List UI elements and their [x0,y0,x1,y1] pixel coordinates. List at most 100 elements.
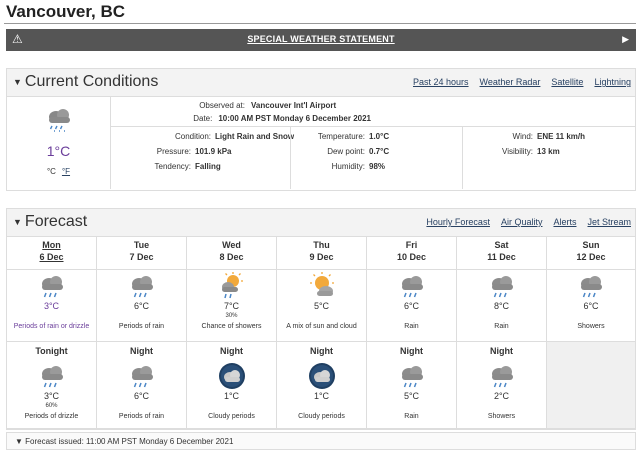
forecast-summary: Cloudy periods [208,413,255,420]
day-header: Sat 11 Dec [457,237,546,270]
dewpoint-value: 0.7°C [369,147,390,156]
forecast-night-1[interactable]: Night 6°C Periods of rain [97,342,187,429]
caret-down-icon: ▼ [15,437,26,446]
forecast-panel: ▼ Forecast Hourly Forecast Air Quality Al… [6,208,636,430]
day-name: Wed [222,240,241,250]
forecast-summary: Rain [404,323,419,330]
precip-probability [547,313,635,319]
temperature-label: Temperature: [317,132,365,141]
cloudy-night-icon [277,360,366,390]
forecast-summary: Rain [494,323,509,330]
rain-icon [367,360,456,390]
rain-icon [457,270,546,300]
link-past-24-hours[interactable]: Past 24 hours [413,77,469,87]
current-temperature: 1°C [46,143,71,159]
cloudy-night-icon [187,360,276,390]
forecast-temperature: 7°C [223,301,240,311]
condition-label: Condition: [174,132,211,141]
day-date: 6 Dec [39,252,64,262]
chevron-right-icon: ▶ [622,34,629,44]
forecast-temperature: 1°C [223,391,240,401]
forecast-summary: A mix of sun and cloud [286,323,357,330]
forecast-temperature: 6°C [133,391,150,401]
link-weather-radar[interactable]: Weather Radar [480,77,541,87]
visibility-label: Visibility: [502,147,533,156]
wind-label: Wind: [512,132,533,141]
forecast-temperature: 6°C [403,301,420,311]
visibility-value: 13 km [537,147,560,156]
current-conditions-title[interactable]: ▼ Current Conditions [13,73,158,91]
forecast-day-mon[interactable]: Mon 6 Dec 3°C Periods of rain or drizzle [7,237,97,342]
link-alerts[interactable]: Alerts [553,217,576,227]
night-name: Night [400,346,423,356]
forecast-temperature: 6°C [133,301,150,311]
day-header: Thu 9 Dec [277,237,366,270]
day-name: Sat [494,240,509,250]
forecast-issued[interactable]: ▼ Forecast issued: 11:00 AM PST Monday 6… [6,432,636,450]
day-header: Fri 10 Dec [367,237,456,270]
precip-probability [367,403,456,409]
forecast-summary: Chance of showers [201,323,262,330]
wind-value: ENE 11 km/h [537,132,586,141]
forecast-day-wed[interactable]: Wed 8 Dec 7°C 30% Chance of showers [187,237,277,342]
forecast-summary: Periods of rain [118,323,165,330]
tendency-label: Tendency: [154,162,191,171]
forecast-night-0[interactable]: Tonight 3°C 60% Periods of drizzle [7,342,97,429]
forecast-temperature: 3°C [43,301,60,311]
forecast-title[interactable]: ▼ Forecast [13,213,87,231]
unit-fahrenheit-link[interactable]: °F [62,167,70,176]
forecast-day-sun[interactable]: Sun 12 Dec 6°C Showers [547,237,635,342]
column-divider [462,127,463,189]
forecast-summary: Showers [487,413,516,420]
precip-probability [457,313,546,319]
conditions-column-3: Wind: ENE 11 km/h Visibility: 13 km [469,129,585,159]
forecast-day-sat[interactable]: Sat 11 Dec 8°C Rain [457,237,547,342]
caret-down-icon: ▼ [13,216,22,227]
forecast-summary: Periods of drizzle [24,413,79,420]
day-name: Mon [42,240,61,250]
day-date: 7 Dec [129,252,154,262]
title-divider [4,23,636,24]
day-name: Sun [582,240,600,250]
precip-probability [7,313,96,319]
forecast-night-4[interactable]: Night 5°C Rain [367,342,457,429]
precip-probability: 30% [225,313,238,319]
link-lightning[interactable]: Lightning [594,77,631,87]
forecast-night-2[interactable]: Night 1°C Cloudy periods [187,342,277,429]
pressure-label: Pressure: [156,147,191,156]
day-date: 10 Dec [396,252,427,262]
tendency-value: Falling [195,162,221,171]
forecast-day-thu[interactable]: Thu 9 Dec 5°C A mix of sun and cloud [277,237,367,342]
forecast-night-5[interactable]: Night 2°C Showers [457,342,547,429]
forecast-day-tue[interactable]: Tue 7 Dec 6°C Periods of rain [97,237,187,342]
day-header: Sun 12 Dec [547,237,635,270]
rain-icon [97,360,186,390]
alert-link[interactable]: SPECIAL WEATHER STATEMENT [6,34,636,44]
rain-icon [97,270,186,300]
day-name: Tue [133,240,150,250]
night-name: Night [310,346,333,356]
rain-icon [547,270,635,300]
forecast-summary: Showers [577,323,605,330]
special-weather-alert[interactable]: ⚠ SPECIAL WEATHER STATEMENT ▶ [6,29,636,51]
forecast-grid: Mon 6 Dec 3°C Periods of rain or drizzle Tu… [7,237,635,437]
precip-probability [367,313,456,319]
rain-icon [457,360,546,390]
precip-probability: 60% [45,403,58,409]
current-summary: 1°C °C °F [7,97,111,189]
observed-value: Vancouver Int'l Airport [251,101,337,110]
night-name: Night [220,346,243,356]
forecast-night-3[interactable]: Night 1°C Cloudy periods [277,342,367,429]
observation-info: Observed at: Vancouver Int'l Airport Dat… [111,97,635,127]
forecast-summary: Periods of rain or drizzle [13,323,90,330]
dewpoint-label: Dew point: [327,147,365,156]
link-air-quality[interactable]: Air Quality [501,217,543,227]
current-conditions-header[interactable]: ▼ Current Conditions Past 24 hours Weathe… [7,69,635,97]
forecast-header[interactable]: ▼ Forecast Hourly Forecast Air Quality Al… [7,209,635,237]
link-jet-stream[interactable]: Jet Stream [587,217,631,227]
forecast-day-fri[interactable]: Fri 10 Dec 6°C Rain [367,237,457,342]
column-divider [290,127,291,189]
pressure-value: 101.9 kPa [195,147,232,156]
link-hourly-forecast[interactable]: Hourly Forecast [426,217,490,227]
link-satellite[interactable]: Satellite [551,77,583,87]
